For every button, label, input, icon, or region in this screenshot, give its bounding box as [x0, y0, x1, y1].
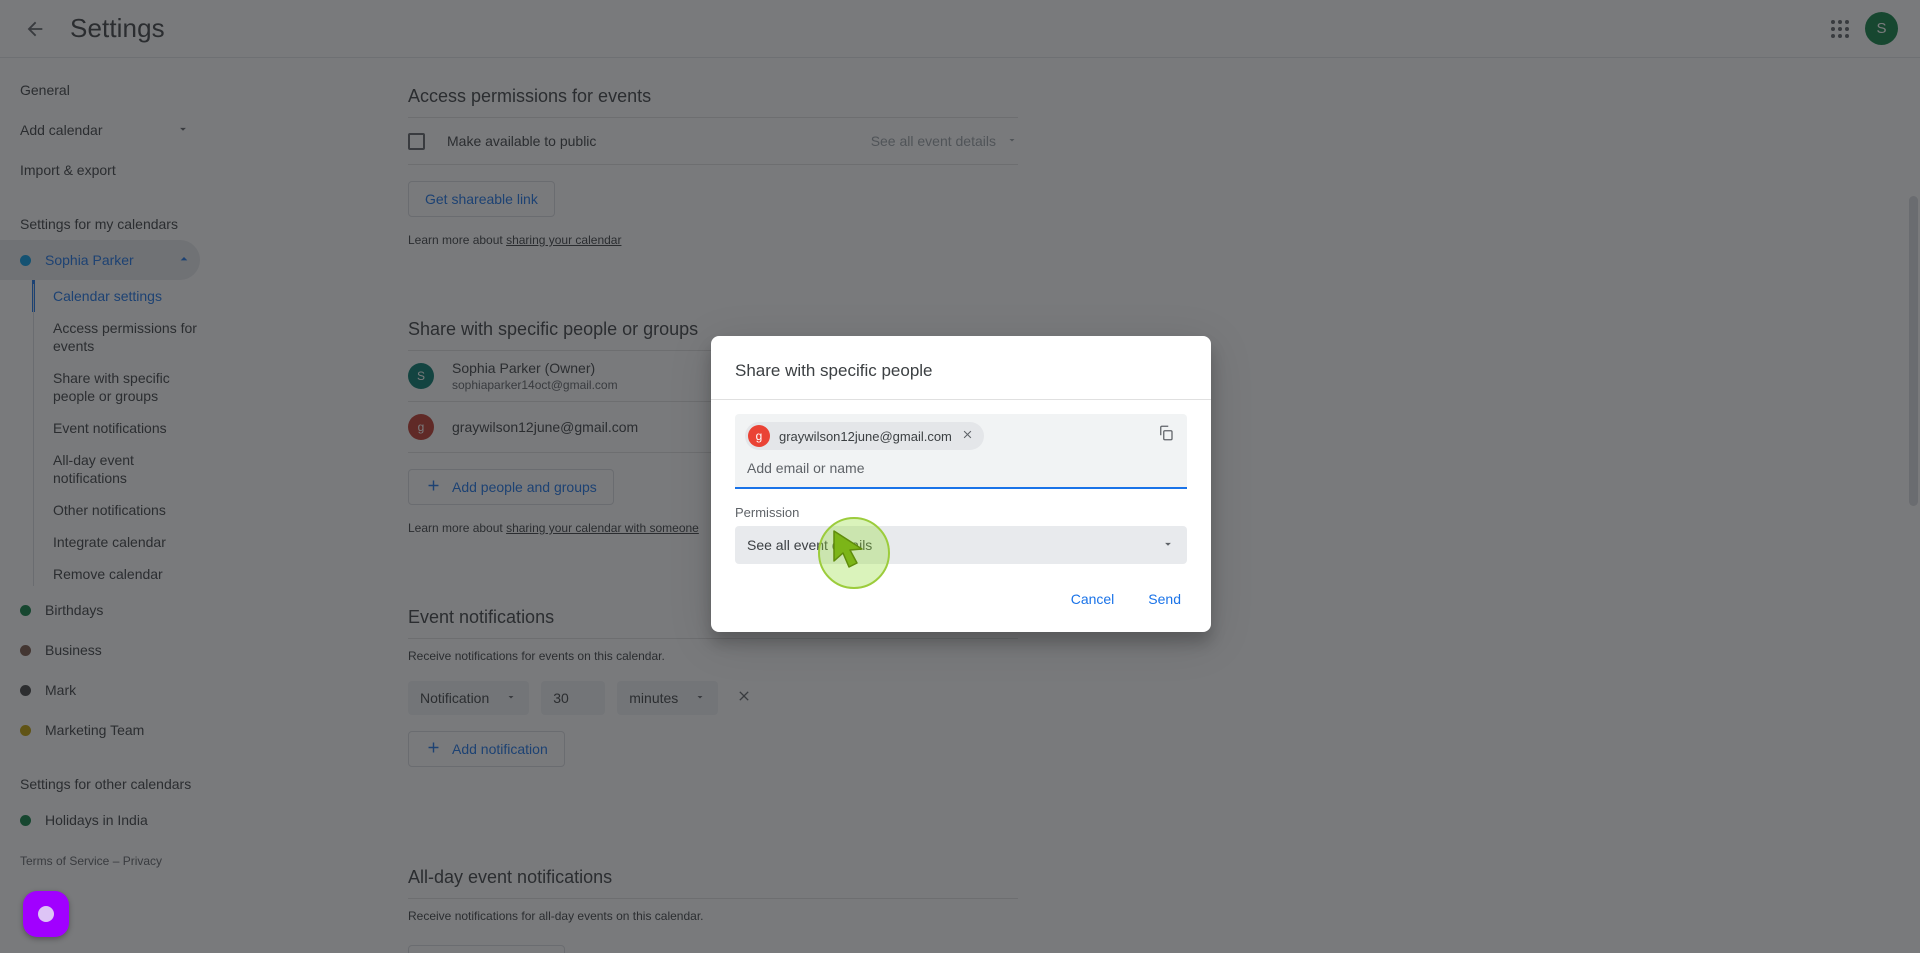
permission-value: See all event details — [747, 537, 873, 553]
recipients-field[interactable]: g graywilson12june@gmail.com — [735, 414, 1187, 489]
copy-icon[interactable] — [1157, 424, 1175, 447]
recorder-fab[interactable] — [23, 891, 69, 937]
permission-select[interactable]: See all event details — [735, 526, 1187, 564]
add-email-or-name-input[interactable] — [745, 450, 1177, 487]
dialog-actions: Cancel Send — [711, 564, 1211, 632]
chevron-down-icon — [1161, 537, 1175, 554]
share-with-specific-people-dialog: Share with specific people g graywilson1… — [711, 336, 1211, 632]
cancel-button[interactable]: Cancel — [1061, 582, 1125, 616]
avatar: g — [748, 425, 770, 447]
dialog-body: g graywilson12june@gmail.com Permission … — [711, 400, 1211, 564]
record-dot-icon — [38, 906, 54, 922]
remove-recipient-icon[interactable] — [961, 428, 974, 444]
dialog-title: Share with specific people — [735, 361, 933, 380]
recipient-chip: g graywilson12june@gmail.com — [745, 422, 984, 450]
settings-page: Settings S General Add calendar Import &… — [0, 0, 1920, 953]
permission-label: Permission — [735, 505, 800, 520]
send-button[interactable]: Send — [1138, 582, 1191, 616]
recipient-email: graywilson12june@gmail.com — [779, 428, 952, 444]
